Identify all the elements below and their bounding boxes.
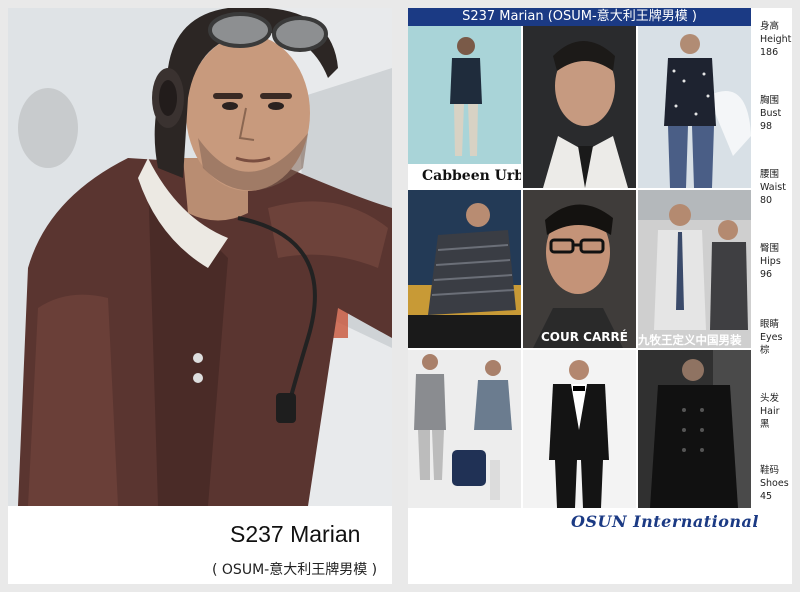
striped-shirt-illustration [408, 190, 521, 348]
caption-cabbeen: Cabbeen Urban [422, 168, 521, 184]
model-subtitle: ( OSUM-意大利王牌男模 ) [212, 562, 378, 578]
stat-value: 棕 [760, 345, 770, 356]
stat-label-en: Eyes [760, 332, 783, 343]
photo-dotted-blazer [638, 26, 751, 188]
stat-value: 45 [760, 491, 773, 502]
stat-value: 黑 [760, 419, 770, 430]
tuxedo-illustration [523, 350, 636, 508]
caption-cour-carre: COUR CARRÉ [541, 330, 628, 344]
photo-jiumu: 九牧王定义中国男装 [638, 190, 751, 348]
stat-label-en: Shoes [760, 478, 789, 489]
stat-label-cn: 头发 [760, 393, 780, 404]
photo-tuxedo [523, 350, 636, 508]
casual-duo-illustration [408, 350, 521, 508]
photo-cabbeen: Cabbeen Urban [408, 26, 521, 188]
stat-value: 98 [760, 121, 773, 132]
stat-label-en: Height [760, 34, 792, 45]
stat-label-en: Waist [760, 182, 786, 193]
stat-hair: 头发 Hair 黑 [760, 392, 780, 431]
cabbeen-model-illustration [408, 26, 521, 188]
measurements-column: 身高 Height 186 胸围 Bust 98 腰围 Waist 80 臀围 … [754, 8, 792, 508]
portfolio-photo-grid: Cabbeen Urban [408, 26, 751, 508]
stat-label-cn: 鞋码 [760, 465, 780, 476]
name-banner: S237 Marian (OSUM-意大利王牌男模 ) [408, 8, 751, 26]
left-comp-card: S237 Marian ( OSUM-意大利王牌男模 ) [8, 8, 392, 584]
photo-military-coat [638, 350, 751, 508]
stat-label-en: Bust [760, 108, 782, 119]
stat-eyes: 眼睛 Eyes 棕 [760, 318, 782, 357]
photo-striped-shirt [408, 190, 521, 348]
dotted-blazer-illustration [638, 26, 751, 188]
stat-hips: 臀围 Hips 96 [760, 242, 781, 281]
model-name-title: S237 Marian [230, 521, 361, 547]
stat-label-cn: 身高 [760, 21, 780, 32]
stat-label-en: Hair [760, 406, 780, 417]
stat-shoes: 鞋码 Shoes 45 [760, 464, 789, 503]
right-comp-card: S237 Marian (OSUM-意大利王牌男模 ) Cabbeen Urba… [408, 8, 792, 584]
aviator-portrait-illustration [8, 8, 392, 506]
stat-label-cn: 腰围 [760, 169, 780, 180]
photo-casual-duo [408, 350, 521, 508]
caption-jiumu: 九牧王定义中国男装 [638, 333, 742, 347]
stat-height: 身高 Height 186 [760, 20, 791, 59]
two-men-ties-illustration [638, 190, 751, 348]
stat-label-en: Hips [760, 256, 781, 267]
stat-label-cn: 眼睛 [760, 319, 780, 330]
stat-label-cn: 臀围 [760, 243, 780, 254]
closeup-white-jacket-illustration [523, 26, 636, 188]
photo-cour-carre: COUR CARRÉ [523, 190, 636, 348]
stat-bust: 胸围 Bust 98 [760, 94, 781, 133]
hero-photo-aviator [8, 8, 392, 506]
stat-value: 80 [760, 195, 773, 206]
photo-closeup-white-jacket [523, 26, 636, 188]
stat-label-cn: 胸围 [760, 95, 780, 106]
military-coat-illustration [638, 350, 751, 508]
glasses-portrait-illustration [523, 190, 636, 348]
stat-value: 186 [760, 47, 779, 58]
stat-waist: 腰围 Waist 80 [760, 168, 786, 207]
agency-wordmark: OSUN International [571, 512, 759, 531]
stat-value: 96 [760, 269, 773, 280]
